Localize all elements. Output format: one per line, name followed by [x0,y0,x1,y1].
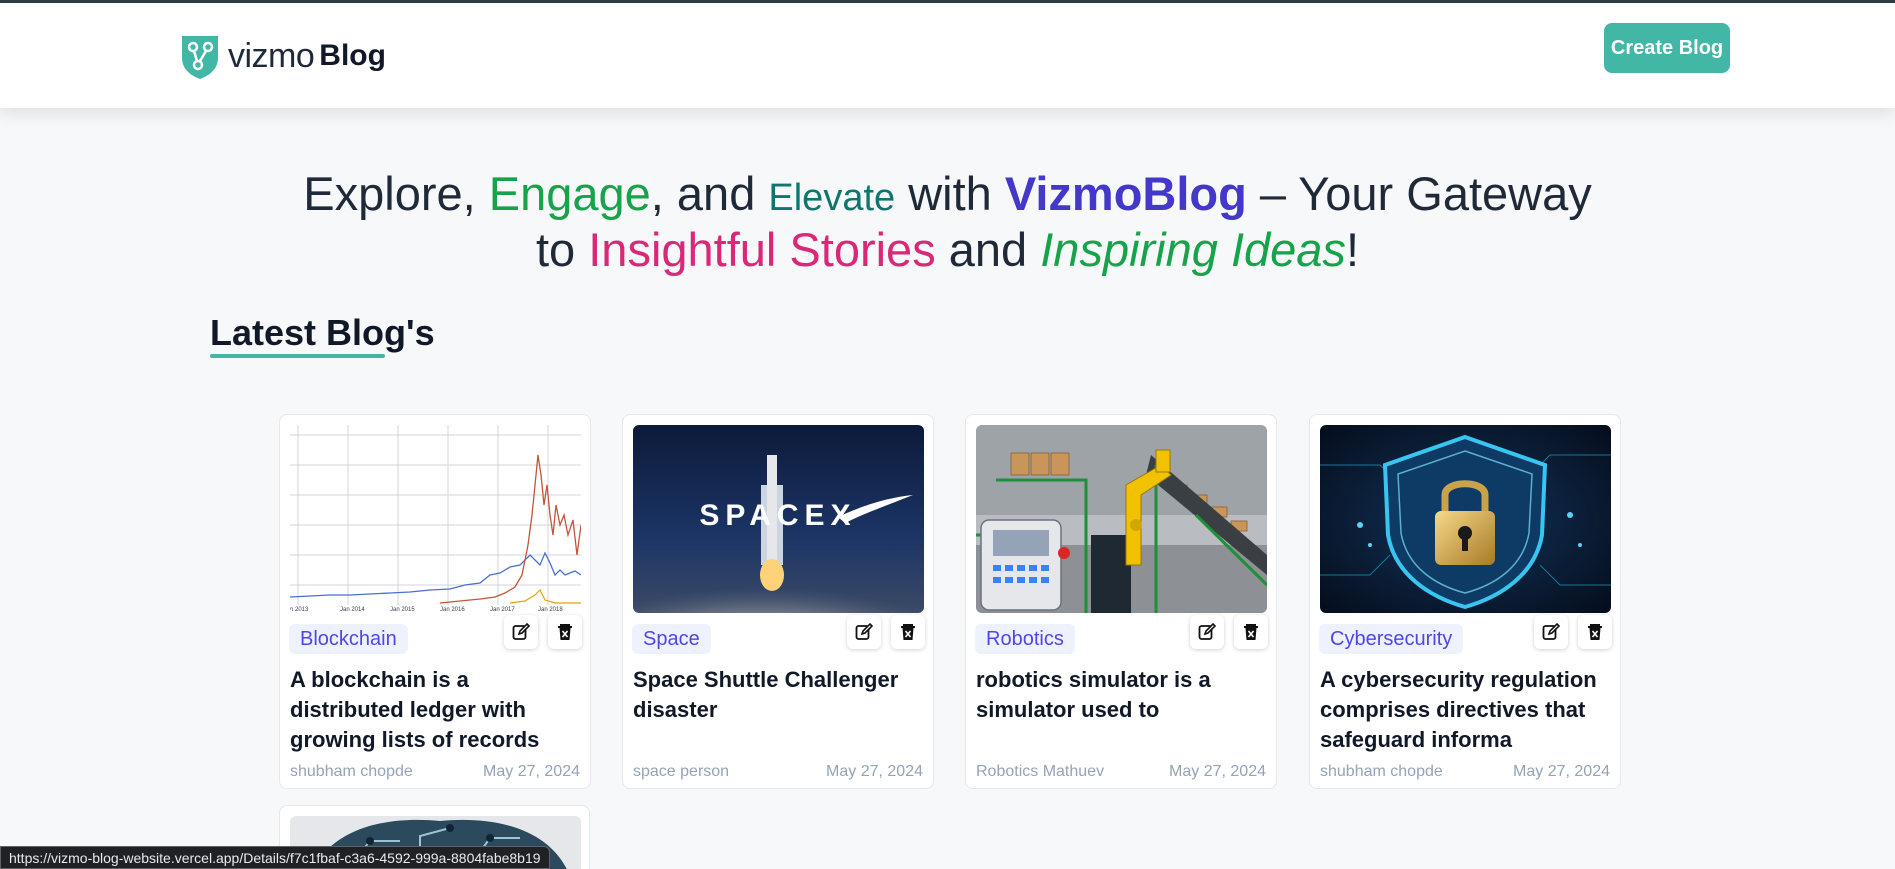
edit-button[interactable] [1190,615,1224,649]
hero-text-2: , and [650,167,769,220]
logo[interactable]: vizmo Blog [178,31,386,81]
svg-text:SPACEX: SPACEX [699,499,856,532]
price-chart-image[interactable]: n 2013 Jan 2014 Jan 2015 Jan 2016 Jan 2017 J… [290,425,581,613]
edit-icon [1542,622,1561,640]
post-date: May 27, 2024 [1169,763,1266,780]
category-tag[interactable]: Blockchain [289,624,408,654]
blog-card[interactable]: Robotics robotics simulator is a simulat… [965,414,1277,789]
svg-text:Jan 2014: Jan 2014 [340,607,365,613]
author-name: shubham chopde [1320,763,1443,780]
blog-card[interactable]: n 2013 Jan 2014 Jan 2015 Jan 2016 Jan 2017 J… [279,414,591,789]
create-blog-button[interactable]: Create Blog [1604,23,1730,73]
spacex-launch-image[interactable]: SPACEX [633,425,924,613]
hero-text-6: ! [1345,223,1359,276]
trash-icon [901,624,915,640]
author-name: Robotics Mathuev [976,763,1105,780]
shield-logo-icon [182,36,218,79]
hero-elevate: Elevate [768,177,896,219]
category-tag[interactable]: Space [632,624,711,654]
blog-title[interactable]: A blockchain is a distributed ledger wit… [290,665,585,755]
post-date: May 27, 2024 [826,763,923,780]
blog-title[interactable]: Space Shuttle Challenger disaster [633,665,928,725]
trash-icon [558,624,572,640]
delete-button[interactable] [891,615,925,649]
hero-text-5: and [935,223,1041,276]
svg-text:Jan 2015: Jan 2015 [390,607,415,613]
edit-icon [855,622,874,640]
edit-button[interactable] [847,615,881,649]
hero-text-3: with [895,167,1005,220]
svg-text:n 2013: n 2013 [290,607,309,613]
title-underline [210,354,385,358]
edit-button[interactable] [504,615,538,649]
edit-button[interactable] [1534,615,1568,649]
blog-card[interactable]: Cybersecurity A cybersecurity regulation… [1309,414,1621,789]
svg-text:Jan 2016: Jan 2016 [440,607,465,613]
blog-title[interactable]: robotics simulator is a simulator used t… [976,665,1271,725]
navbar: vizmo Blog Create Blog [0,3,1895,108]
post-date: May 27, 2024 [483,763,580,780]
hero-inspiring: Inspiring Ideas [1040,223,1346,276]
trash-icon [1244,624,1258,640]
logo-word: vizmo [228,36,315,75]
post-date: May 27, 2024 [1513,763,1610,780]
hero-heading: Explore, Engage, and Elevate with VizmoB… [280,168,1615,276]
hero-engage: Engage [488,167,651,220]
delete-button[interactable] [1234,615,1268,649]
delete-button[interactable] [1578,615,1612,649]
blog-card[interactable]: SPACEX Space Space Shuttle Challenger di… [622,414,934,789]
latest-blogs-title: Latest Blog's [210,312,435,353]
hero-text-1: Explore, [303,167,489,220]
svg-text:Jan 2017: Jan 2017 [490,607,515,613]
category-tag[interactable]: Robotics [975,624,1075,654]
category-tag[interactable]: Cybersecurity [1319,624,1464,654]
author-name: shubham chopde [290,763,413,780]
svg-text:Jan 2018: Jan 2018 [538,607,563,613]
hero-vizmoblog: VizmoBlog [1004,167,1247,220]
robot-arm-image[interactable] [976,425,1267,613]
hero-insightful: Insightful Stories [588,223,936,276]
logo-blog: Blog [319,39,386,72]
author-name: space person [633,763,730,780]
blog-title[interactable]: A cybersecurity regulation comprises dir… [1320,665,1615,755]
delete-button[interactable] [548,615,582,649]
padlock-shield-image[interactable] [1320,425,1611,613]
trash-icon [1588,624,1602,640]
status-bar-url: https://vizmo-blog-website.vercel.app/De… [0,846,550,869]
edit-icon [1198,622,1217,640]
edit-icon [512,622,531,640]
